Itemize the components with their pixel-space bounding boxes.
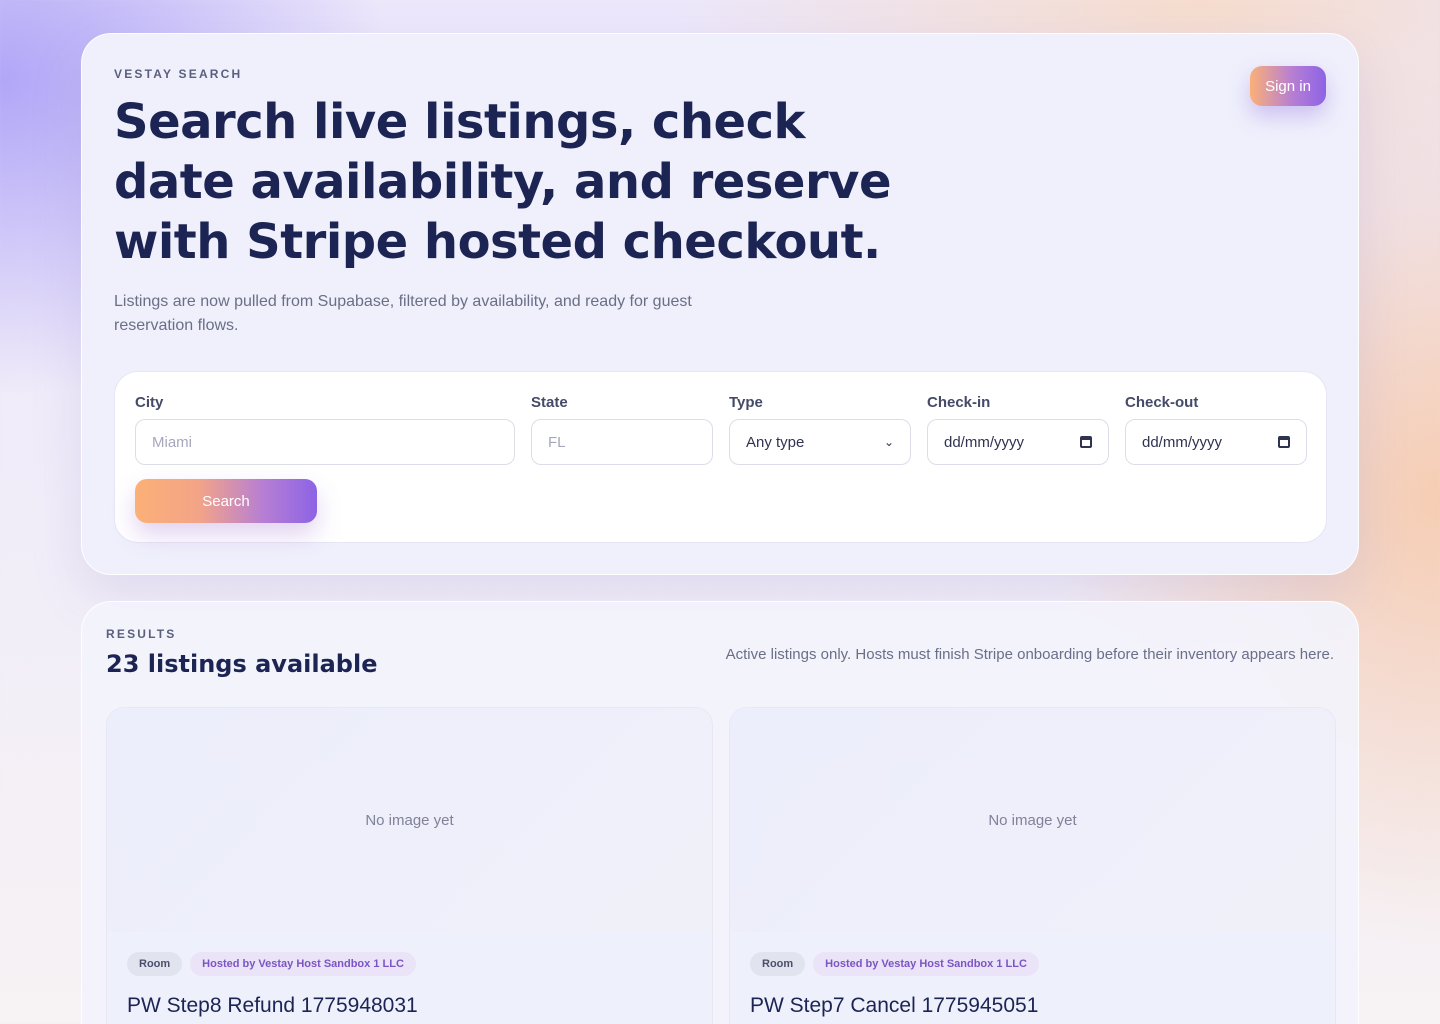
listing-type-badge: Room [127,952,183,976]
listing-badges: Room Hosted by Vestay Host Sandbox 1 LLC [750,952,1315,976]
checkout-date-input[interactable]: dd/mm/yyyy [1125,419,1307,465]
listing-host-badge: Hosted by Vestay Host Sandbox 1 LLC [813,952,1039,976]
listing-card-body: Room Hosted by Vestay Host Sandbox 1 LLC… [107,932,712,1024]
listing-image-placeholder: No image yet [730,708,1335,932]
results-panel: RESULTS 23 listings available Active lis… [81,601,1359,1024]
no-image-text: No image yet [365,811,454,829]
results-note: Active listings only. Hosts must finish … [725,646,1334,663]
city-placeholder: Miami [152,433,192,451]
listing-card-body: Room Hosted by Vestay Host Sandbox 1 LLC… [730,932,1335,1024]
calendar-icon[interactable] [1080,436,1092,448]
sign-in-button[interactable]: Sign in [1250,66,1326,106]
type-label: Type [729,394,763,411]
city-field-group: City Miami [135,394,515,465]
listing-card[interactable]: No image yet Room Hosted by Vestay Host … [106,707,713,1024]
calendar-icon[interactable] [1278,436,1290,448]
type-field-group: Type Any type ⌄ [729,394,911,465]
city-label: City [135,394,164,411]
checkout-label: Check-out [1125,394,1199,411]
state-placeholder: FL [548,433,566,451]
results-count-title: 23 listings available [106,650,378,678]
state-input[interactable]: FL [531,419,713,465]
search-button[interactable]: Search [135,479,317,523]
search-form: City Miami State FL Type Any type ⌄ Chec… [114,371,1327,543]
no-image-text: No image yet [988,811,1077,829]
listing-title[interactable]: PW Step8 Refund 1775948031 [127,994,692,1018]
page-title: Search live listings, check date availab… [114,94,892,270]
state-field-group: State FL [531,394,713,465]
checkout-date-value: dd/mm/yyyy [1142,433,1223,451]
listing-image-placeholder: No image yet [107,708,712,932]
city-input[interactable]: Miami [135,419,515,465]
checkin-label: Check-in [927,394,991,411]
hero-subtitle: Listings are now pulled from Supabase, f… [114,293,692,334]
hero-panel: VESTAY SEARCH Search live listings, chec… [81,33,1359,575]
checkin-date-value: dd/mm/yyyy [944,433,1025,451]
type-select[interactable]: Any type ⌄ [729,419,911,465]
listing-title[interactable]: PW Step7 Cancel 1775945051 [750,994,1315,1018]
listing-host-badge: Hosted by Vestay Host Sandbox 1 LLC [190,952,416,976]
results-eyebrow: RESULTS [106,627,177,641]
listing-card[interactable]: No image yet Room Hosted by Vestay Host … [729,707,1336,1024]
type-selected-value: Any type [746,433,805,451]
chevron-down-icon: ⌄ [883,435,894,449]
checkin-date-input[interactable]: dd/mm/yyyy [927,419,1109,465]
checkout-field-group: Check-out dd/mm/yyyy [1125,394,1307,465]
state-label: State [531,394,568,411]
hero-eyebrow: VESTAY SEARCH [114,67,243,81]
checkin-field-group: Check-in dd/mm/yyyy [927,394,1109,465]
listing-badges: Room Hosted by Vestay Host Sandbox 1 LLC [127,952,692,976]
listing-type-badge: Room [750,952,806,976]
